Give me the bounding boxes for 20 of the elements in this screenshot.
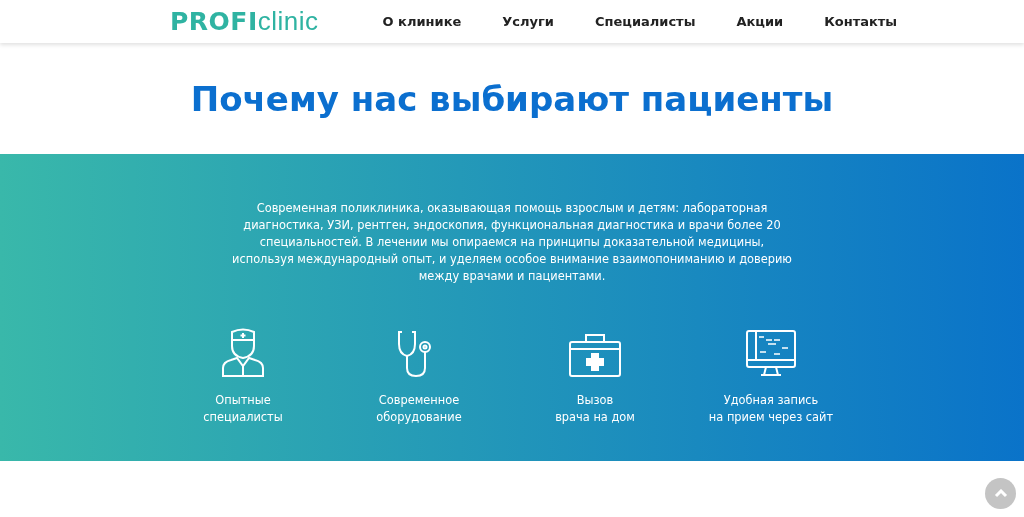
- nav-link[interactable]: О клинике: [382, 14, 462, 29]
- section-title: Почему нас выбирают пациенты: [189, 77, 835, 121]
- feature-label: специалисты: [203, 409, 283, 426]
- feature-label: Вызов: [576, 392, 614, 409]
- feature-label: врача на дом: [555, 409, 635, 426]
- feature-label: Удобная запись: [723, 392, 819, 409]
- nav-link[interactable]: Акции: [736, 14, 784, 29]
- doctor-icon: [221, 328, 265, 378]
- first-aid-kit-icon: [568, 332, 622, 378]
- feature-label: оборудование: [376, 409, 462, 426]
- monitor-icon: [746, 330, 796, 378]
- nav-link[interactable]: Услуги: [502, 14, 554, 29]
- chevron-up-icon: [993, 489, 1008, 498]
- nav-link[interactable]: Специалисты: [594, 14, 696, 29]
- feature-label: на прием через сайт: [708, 409, 834, 426]
- intro-text: Современная поликлиника, оказывающая помощь взрослым и детям: лабораторная диагностика, УЗИ, рентген, эндоскопия, функциональная диагностика и врачи более 20 специальностей. В лечении мы опираемся на принципы доказательной медицины, используя международный опыт, и уделяем особое внимание взаимопониманию и доверию между врачами и пациентами.: [232, 200, 792, 285]
- nav-link[interactable]: Контакты: [824, 14, 898, 29]
- feature-label: Опытные: [215, 392, 271, 409]
- feature-label: Современное: [378, 392, 460, 409]
- scroll-up-button[interactable]: [985, 478, 1016, 509]
